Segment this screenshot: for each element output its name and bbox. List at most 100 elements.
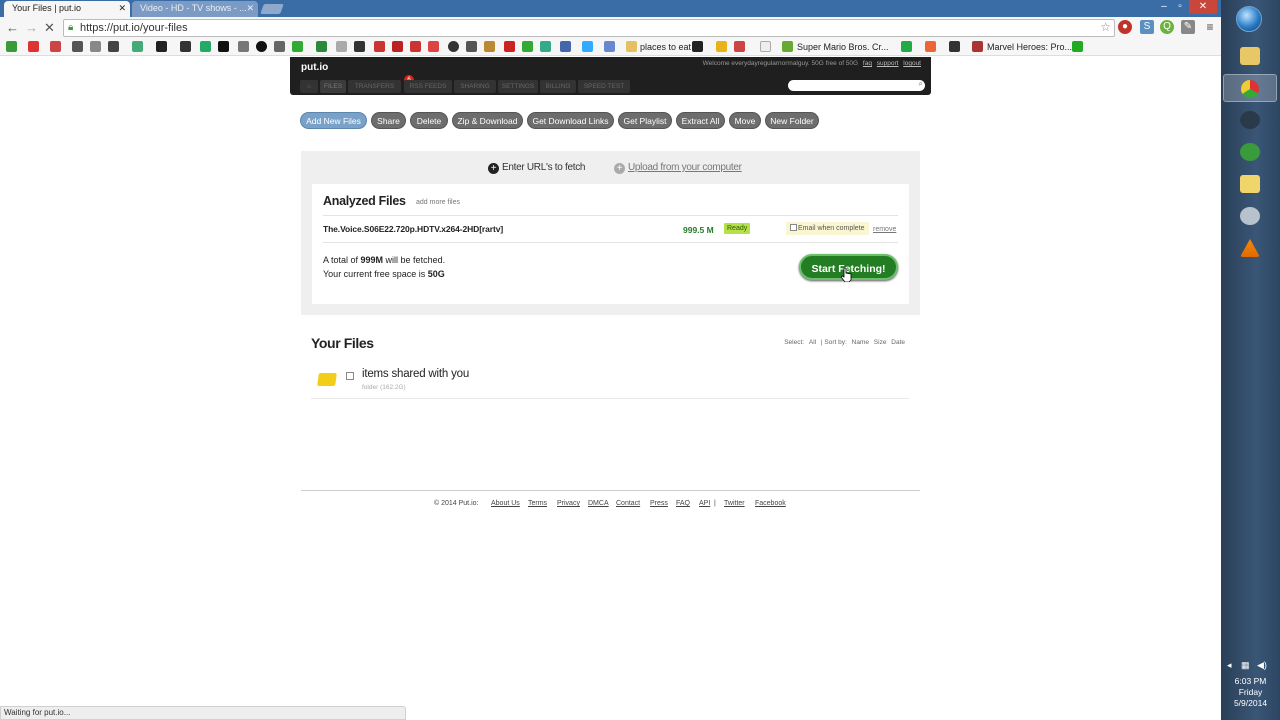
close-window-icon[interactable]: ✕ bbox=[1189, 0, 1217, 14]
sort-size-link[interactable]: Size bbox=[874, 339, 887, 346]
twitter-icon[interactable] bbox=[582, 41, 593, 52]
maximize-icon[interactable]: ▫ bbox=[1172, 0, 1188, 14]
nav-tab-speed-test[interactable]: SPEED TEST bbox=[578, 80, 630, 93]
amazon-icon[interactable] bbox=[692, 41, 703, 52]
tray-expand-icon[interactable]: ◂ bbox=[1227, 660, 1232, 671]
folder-checkbox[interactable] bbox=[346, 372, 354, 380]
taskbar-globe[interactable] bbox=[1223, 138, 1277, 166]
share-button[interactable]: Share bbox=[371, 112, 406, 129]
bookmark-icon[interactable] bbox=[238, 41, 249, 52]
network-icon[interactable]: ▦ bbox=[1241, 660, 1250, 671]
faq-link[interactable]: faq bbox=[863, 60, 872, 67]
footer-privacy-link[interactable]: Privacy bbox=[557, 500, 580, 507]
bookmark-icon[interactable] bbox=[604, 41, 615, 52]
bookmark-icon[interactable] bbox=[540, 41, 551, 52]
logout-link[interactable]: logout bbox=[903, 60, 921, 67]
start-button[interactable] bbox=[1236, 6, 1262, 32]
remove-link[interactable]: remove bbox=[873, 226, 896, 233]
new-tab-button[interactable] bbox=[260, 4, 284, 14]
bookmark-icon[interactable] bbox=[256, 41, 267, 52]
extract-all-button[interactable]: Extract All bbox=[676, 112, 725, 129]
forward-icon[interactable]: → bbox=[25, 20, 38, 36]
adblock-icon[interactable]: ● bbox=[1118, 20, 1132, 34]
google-icon[interactable] bbox=[466, 41, 477, 52]
bookmark-icon[interactable] bbox=[156, 41, 167, 52]
bookmark-icon[interactable] bbox=[504, 41, 515, 52]
select-all-link[interactable]: All bbox=[809, 339, 816, 346]
email-when-complete-option[interactable]: Email when complete bbox=[786, 222, 869, 235]
add-more-files-link[interactable]: add more files bbox=[416, 199, 460, 206]
bookmark-icon[interactable] bbox=[354, 41, 365, 52]
extension-green-icon[interactable]: Q bbox=[1160, 20, 1174, 34]
tab-your-files[interactable]: Your Files | put.io ✕ bbox=[4, 1, 130, 17]
list-item[interactable]: items shared with you folder (162.2G) bbox=[311, 362, 909, 399]
footer-dmca-link[interactable]: DMCA bbox=[588, 500, 609, 507]
nav-tab-transfers[interactable]: TRANSFERS bbox=[348, 80, 401, 93]
search-icon[interactable]: ⌕ bbox=[919, 79, 923, 89]
volume-icon[interactable]: ◀︎) bbox=[1257, 660, 1267, 671]
bookmark-icon[interactable] bbox=[949, 41, 960, 52]
stop-icon[interactable]: ✕ bbox=[44, 20, 55, 36]
bookmark-icon[interactable] bbox=[522, 41, 533, 52]
bookmark-icon[interactable] bbox=[428, 41, 439, 52]
extension-pen-icon[interactable]: ✎ bbox=[1181, 20, 1195, 34]
footer-press-link[interactable]: Press bbox=[650, 500, 668, 507]
bookmark-icon[interactable] bbox=[410, 41, 421, 52]
taskbar-chrome[interactable] bbox=[1223, 74, 1277, 102]
taskbar-disc[interactable] bbox=[1223, 202, 1277, 230]
nav-tab-rss-feeds[interactable]: RSS FEEDS bbox=[404, 80, 452, 93]
taskbar-explorer[interactable] bbox=[1223, 42, 1277, 70]
enter-url-mode[interactable]: + Enter URL's to fetch bbox=[488, 162, 585, 174]
site-search-input[interactable]: ⌕ bbox=[788, 79, 925, 91]
address-bar[interactable]: 🔒︎ https://put.io/your-files ☆ bbox=[63, 19, 1115, 37]
bookmark-icon[interactable] bbox=[448, 41, 459, 52]
bookmark-icon[interactable] bbox=[200, 41, 211, 52]
taskbar-vlc[interactable] bbox=[1223, 234, 1277, 262]
bookmark-marvel-heroes[interactable]: Marvel Heroes: Pro... bbox=[987, 41, 1072, 53]
bookmark-icon[interactable] bbox=[734, 41, 745, 52]
email-checkbox[interactable] bbox=[790, 224, 797, 231]
close-tab-icon[interactable]: ✕ bbox=[246, 1, 254, 16]
bookmark-icon[interactable] bbox=[6, 41, 17, 52]
star-icon[interactable]: ☆ bbox=[1100, 20, 1111, 34]
support-link[interactable]: support bbox=[877, 60, 899, 67]
back-icon[interactable]: ← bbox=[6, 20, 19, 36]
bookmark-icon[interactable] bbox=[392, 41, 403, 52]
extension-icon[interactable]: S bbox=[1140, 20, 1154, 34]
bookmark-icon[interactable] bbox=[484, 41, 495, 52]
bookmark-icon[interactable] bbox=[292, 41, 303, 52]
bookmark-icon[interactable] bbox=[925, 41, 936, 52]
tab-video[interactable]: Video - HD - TV shows - ... ✕ bbox=[132, 1, 258, 17]
footer-contact-link[interactable]: Contact bbox=[616, 500, 640, 507]
taskbar-clock[interactable]: 6:03 PM Friday 5/9/2014 bbox=[1221, 676, 1280, 709]
sort-date-link[interactable]: Date bbox=[891, 339, 905, 346]
bookmark-icon[interactable] bbox=[374, 41, 385, 52]
bookmark-icon[interactable] bbox=[901, 41, 912, 52]
minimize-icon[interactable]: – bbox=[1156, 0, 1172, 14]
bookmark-icon[interactable] bbox=[72, 41, 83, 52]
reddit-icon[interactable] bbox=[90, 41, 101, 52]
footer-about-link[interactable]: About Us bbox=[491, 500, 520, 507]
add-new-files-button[interactable]: Add New Files bbox=[300, 112, 367, 129]
bookmark-icon[interactable] bbox=[316, 41, 327, 52]
gmail-icon[interactable] bbox=[28, 41, 39, 52]
bookmark-icon[interactable] bbox=[1072, 41, 1083, 52]
sort-name-link[interactable]: Name bbox=[852, 339, 869, 346]
nav-home-icon[interactable]: ⌂ bbox=[300, 80, 318, 93]
bookmark-icon[interactable] bbox=[180, 41, 191, 52]
nav-tab-settings[interactable]: SETTINGS bbox=[498, 80, 538, 93]
nav-tab-sharing[interactable]: SHARING bbox=[454, 80, 496, 93]
zip-download-button[interactable]: Zip & Download bbox=[452, 112, 523, 129]
footer-faq-link[interactable]: FAQ bbox=[676, 500, 690, 507]
bookmark-super-mario[interactable]: Super Mario Bros. Cr... bbox=[797, 41, 889, 53]
move-button[interactable]: Move bbox=[729, 112, 761, 129]
footer-terms-link[interactable]: Terms bbox=[528, 500, 547, 507]
bookmark-places-to-eat[interactable]: places to eat bbox=[640, 41, 691, 53]
footer-facebook-link[interactable]: Facebook bbox=[755, 500, 786, 507]
bookmark-icon[interactable] bbox=[336, 41, 347, 52]
bookmark-icon[interactable] bbox=[132, 41, 143, 52]
folder-name[interactable]: items shared with you bbox=[362, 368, 469, 380]
game-icon[interactable] bbox=[782, 41, 793, 52]
footer-api-link[interactable]: API bbox=[699, 500, 710, 507]
taskbar-steam[interactable] bbox=[1223, 106, 1277, 134]
